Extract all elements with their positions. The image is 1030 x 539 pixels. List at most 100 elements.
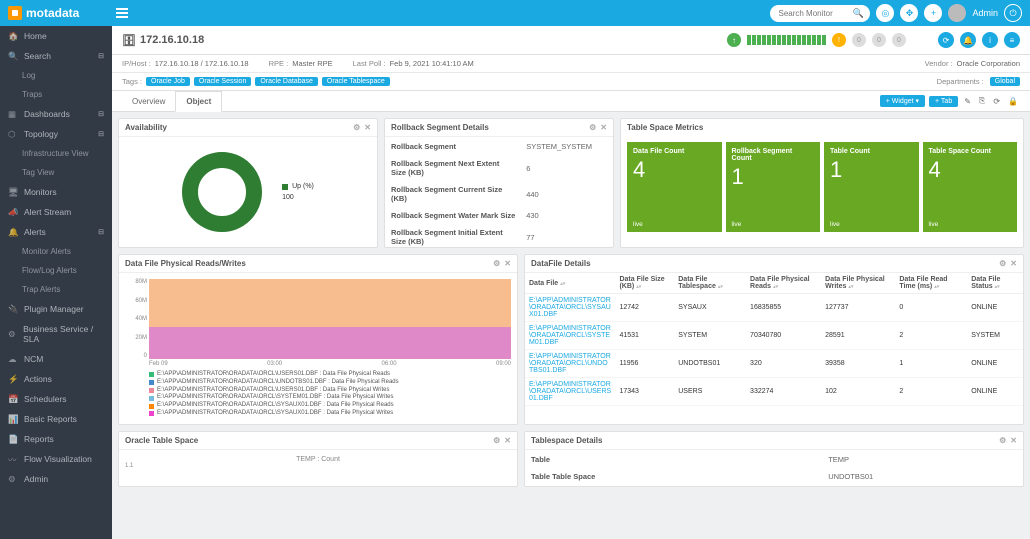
close-icon[interactable]: ✕	[364, 123, 371, 132]
add-tab-button[interactable]: + Tab	[929, 96, 958, 107]
legend-swatch	[149, 372, 154, 377]
table-row: Rollback Segment Water Mark Size430	[387, 208, 611, 223]
metric-card[interactable]: Data File Count4live	[627, 142, 722, 232]
tag[interactable]: Oracle Session	[194, 77, 251, 86]
metric-card[interactable]: Table Space Count4live	[923, 142, 1018, 232]
sidebar-sub-trap-alerts[interactable]: Trap Alerts	[0, 280, 112, 299]
tag[interactable]: Oracle Database	[255, 77, 318, 86]
stream-icon: 📣	[8, 207, 18, 217]
edit-icon[interactable]: ✎	[962, 97, 973, 106]
brand-logo[interactable]: motadata	[8, 6, 112, 20]
table-row: TableTEMP	[527, 452, 1021, 467]
topo-icon: ⬡	[8, 129, 18, 139]
health-bars	[747, 35, 826, 45]
gear-icon[interactable]: ⚙	[493, 259, 500, 268]
close-icon[interactable]: ✕	[504, 259, 511, 268]
panel-oracle-ts: Oracle Table Space⚙✕ TEMP : Count 1.1	[118, 431, 518, 487]
menu-toggle[interactable]	[112, 8, 132, 18]
refresh-button[interactable]: ⟳	[938, 32, 954, 48]
search-input[interactable]	[778, 9, 848, 18]
badge-2[interactable]: 0	[872, 33, 886, 47]
sidebar-item-search[interactable]: 🔍Search⊟	[0, 46, 112, 66]
main-content: 🗄 172.16.10.18 ↑ ! 0 0 0 ⟳ 🔔 i ≡ IP/Host…	[112, 26, 1030, 539]
sidebar-item-alert-stream[interactable]: 📣Alert Stream	[0, 202, 112, 222]
close-icon[interactable]: ✕	[600, 123, 607, 132]
sla-icon: ⚙	[8, 329, 17, 339]
badge-3[interactable]: 0	[892, 33, 906, 47]
gear-icon[interactable]: ⚙	[999, 259, 1006, 268]
user-name[interactable]: Admin	[972, 8, 998, 18]
sidebar-item-reports[interactable]: 📄Reports	[0, 429, 112, 449]
plugin-icon: 🔌	[8, 304, 18, 314]
logo-icon	[8, 6, 22, 20]
panel-availability: Availability⚙✕ Up (%) 100	[118, 118, 378, 248]
monitor-icon: 🖥	[8, 187, 18, 197]
sidebar-sub-flow-log-alerts[interactable]: Flow/Log Alerts	[0, 261, 112, 280]
sidebar-item-ncm[interactable]: ☁NCM	[0, 349, 112, 369]
table-row: Rollback Segment Initial Extent Size (KB…	[387, 225, 611, 247]
close-icon[interactable]: ✕	[1010, 436, 1017, 445]
sidebar-item-business-service-sla[interactable]: ⚙Business Service / SLA	[0, 319, 112, 349]
tab-overview[interactable]: Overview	[122, 92, 175, 111]
sidebar-item-dashboards[interactable]: ▦Dashboards⊟	[0, 104, 112, 124]
gear-icon[interactable]: ⚙	[493, 436, 500, 445]
info-button[interactable]: i	[982, 32, 998, 48]
refresh-icon[interactable]: ⟳	[991, 97, 1002, 106]
col-header[interactable]: Data File Physical Writes▴▾	[821, 273, 895, 294]
sidebar-item-topology[interactable]: ⬡Topology⊟	[0, 124, 112, 144]
sidebar-item-actions[interactable]: ⚡Actions	[0, 369, 112, 389]
sidebar-sub-log[interactable]: Log	[0, 66, 112, 85]
sidebar-item-plugin-manager[interactable]: 🔌Plugin Manager	[0, 299, 112, 319]
power-button[interactable]: ⏻	[1004, 4, 1022, 22]
table-row: Rollback Segment Next Extent Size (KB)6	[387, 156, 611, 180]
copy-icon[interactable]: ⎘	[977, 96, 987, 106]
sidebar-item-alerts[interactable]: 🔔Alerts⊟	[0, 222, 112, 242]
metric-card[interactable]: Rollback Segment Count1live	[726, 142, 821, 232]
bell-icon: 🔔	[8, 227, 18, 237]
sidebar-sub-infrastructure-view[interactable]: Infrastructure View	[0, 144, 112, 163]
table-row: E:\APP\ADMINISTRATOR\ORADATA\ORCL\SYSAUX…	[525, 294, 1023, 322]
panel-metrics: Table Space Metrics Data File Count4live…	[620, 118, 1024, 248]
sidebar-sub-monitor-alerts[interactable]: Monitor Alerts	[0, 242, 112, 261]
move-button[interactable]: ✥	[900, 4, 918, 22]
col-header[interactable]: Data File Size (KB)▴▾	[615, 273, 674, 294]
table-row: E:\APP\ADMINISTRATOR\ORADATA\ORCL\SYSTEM…	[525, 322, 1023, 350]
metric-card[interactable]: Table Count1live	[824, 142, 919, 232]
close-icon[interactable]: ✕	[1010, 259, 1017, 268]
tag[interactable]: Oracle Job	[146, 77, 190, 86]
sidebar-item-schedulers[interactable]: 📅Schedulers	[0, 389, 112, 409]
sidebar-item-home[interactable]: 🏠Home	[0, 26, 112, 46]
menu-button[interactable]: ≡	[1004, 32, 1020, 48]
col-header[interactable]: Data File Read Time (ms)▴▾	[895, 273, 967, 294]
search-box[interactable]: 🔍	[770, 5, 870, 22]
chevron-icon: ⊟	[98, 52, 104, 60]
search-icon[interactable]: 🔍	[852, 8, 863, 19]
sidebar-sub-traps[interactable]: Traps	[0, 85, 112, 104]
tag[interactable]: Oracle Tablespace	[322, 77, 390, 86]
dept-tag[interactable]: Global	[990, 77, 1020, 86]
badge-warn[interactable]: !	[832, 33, 846, 47]
target-button[interactable]: ◎	[876, 4, 894, 22]
badge-1[interactable]: 0	[852, 33, 866, 47]
sidebar-item-flow-visualization[interactable]: 〰Flow Visualization	[0, 449, 112, 469]
sidebar-item-monitors[interactable]: 🖥Monitors	[0, 182, 112, 202]
plus-button[interactable]: +	[924, 4, 942, 22]
col-header[interactable]: Data File Status▴▾	[967, 273, 1023, 294]
col-header[interactable]: Data File▴▾	[525, 273, 615, 294]
page-title: 🗄 172.16.10.18	[122, 34, 204, 47]
gear-icon[interactable]: ⚙	[589, 123, 596, 132]
sidebar-item-basic-reports[interactable]: 📊Basic Reports	[0, 409, 112, 429]
col-header[interactable]: Data File Physical Reads▴▾	[746, 273, 821, 294]
user-avatar[interactable]	[948, 4, 966, 22]
tab-object[interactable]: Object	[175, 91, 222, 112]
bell-button[interactable]: 🔔	[960, 32, 976, 48]
close-icon[interactable]: ✕	[504, 436, 511, 445]
sidebar-sub-tag-view[interactable]: Tag View	[0, 163, 112, 182]
table-row: Table Table SpaceUNDOTBS01	[527, 469, 1021, 484]
gear-icon[interactable]: ⚙	[353, 123, 360, 132]
sidebar-item-admin[interactable]: ⚙Admin	[0, 469, 112, 489]
add-widget-button[interactable]: + Widget ▾	[880, 95, 925, 107]
lock-icon[interactable]: 🔒	[1006, 97, 1020, 106]
gear-icon[interactable]: ⚙	[999, 436, 1006, 445]
col-header[interactable]: Data File Tablespace▴▾	[674, 273, 746, 294]
